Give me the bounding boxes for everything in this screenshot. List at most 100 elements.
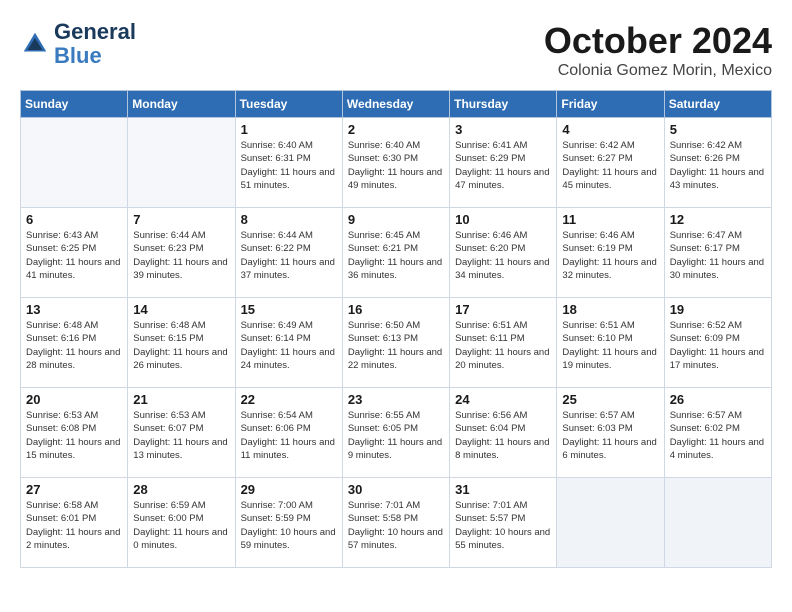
calendar-cell: 26 Sunrise: 6:57 AM Sunset: 6:02 PM Dayli… <box>664 388 771 478</box>
month-title: October 2024 <box>544 20 772 62</box>
day-detail: Sunrise: 6:57 AM Sunset: 6:02 PM Dayligh… <box>670 409 766 462</box>
day-number: 26 <box>670 392 766 407</box>
calendar-cell: 23Sunrise: 6:55 AM Sunset: 6:05 PM Dayli… <box>342 388 449 478</box>
day-number: 12 <box>670 212 766 227</box>
day-detail: Sunrise: 6:40 AM Sunset: 6:30 PM Dayligh… <box>348 139 444 192</box>
day-number: 17 <box>455 302 551 317</box>
calendar-cell <box>557 478 664 568</box>
weekday-header-saturday: Saturday <box>664 91 771 118</box>
calendar-cell: 6 Sunrise: 6:43 AM Sunset: 6:25 PM Daylig… <box>21 208 128 298</box>
day-number: 23 <box>348 392 444 407</box>
day-number: 24 <box>455 392 551 407</box>
day-number: 8 <box>241 212 337 227</box>
day-detail: Sunrise: 6:42 AM Sunset: 6:27 PM Dayligh… <box>562 139 658 192</box>
calendar-cell: 20 Sunrise: 6:53 AM Sunset: 6:08 PM Dayli… <box>21 388 128 478</box>
calendar-cell <box>664 478 771 568</box>
day-detail: Sunrise: 6:46 AM Sunset: 6:19 PM Dayligh… <box>562 229 658 282</box>
weekday-header-thursday: Thursday <box>450 91 557 118</box>
calendar-cell: 13Sunrise: 6:48 AM Sunset: 6:16 PM Dayli… <box>21 298 128 388</box>
day-detail: Sunrise: 7:01 AM Sunset: 5:57 PM Dayligh… <box>455 499 551 552</box>
calendar-cell: 22 Sunrise: 6:54 AM Sunset: 6:06 PM Dayli… <box>235 388 342 478</box>
day-detail: Sunrise: 6:48 AM Sunset: 6:15 PM Dayligh… <box>133 319 229 372</box>
weekday-header-monday: Monday <box>128 91 235 118</box>
day-detail: Sunrise: 6:50 AM Sunset: 6:13 PM Dayligh… <box>348 319 444 372</box>
day-detail: Sunrise: 6:46 AM Sunset: 6:20 PM Dayligh… <box>455 229 551 282</box>
logo-icon <box>20 29 50 59</box>
day-detail: Sunrise: 6:43 AM Sunset: 6:25 PM Dayligh… <box>26 229 122 282</box>
calendar-cell: 9 Sunrise: 6:45 AM Sunset: 6:21 PM Daylig… <box>342 208 449 298</box>
location-subtitle: Colonia Gomez Morin, Mexico <box>544 62 772 80</box>
day-number: 21 <box>133 392 229 407</box>
day-detail: Sunrise: 6:52 AM Sunset: 6:09 PM Dayligh… <box>670 319 766 372</box>
day-detail: Sunrise: 6:51 AM Sunset: 6:11 PM Dayligh… <box>455 319 551 372</box>
calendar-week-row: 1 Sunrise: 6:40 AM Sunset: 6:31 PM Daylig… <box>21 118 772 208</box>
calendar-cell: 16Sunrise: 6:50 AM Sunset: 6:13 PM Dayli… <box>342 298 449 388</box>
calendar-cell: 25 Sunrise: 6:57 AM Sunset: 6:03 PM Dayli… <box>557 388 664 478</box>
day-detail: Sunrise: 6:54 AM Sunset: 6:06 PM Dayligh… <box>241 409 337 462</box>
day-number: 25 <box>562 392 658 407</box>
day-number: 20 <box>26 392 122 407</box>
day-detail: Sunrise: 7:00 AM Sunset: 5:59 PM Dayligh… <box>241 499 337 552</box>
day-detail: Sunrise: 6:44 AM Sunset: 6:22 PM Dayligh… <box>241 229 337 282</box>
weekday-header-friday: Friday <box>557 91 664 118</box>
logo: General Blue <box>20 20 136 68</box>
day-number: 30 <box>348 482 444 497</box>
calendar-week-row: 27 Sunrise: 6:58 AM Sunset: 6:01 PM Dayli… <box>21 478 772 568</box>
calendar-cell: 10 Sunrise: 6:46 AM Sunset: 6:20 PM Dayli… <box>450 208 557 298</box>
day-number: 14 <box>133 302 229 317</box>
calendar-cell: 17 Sunrise: 6:51 AM Sunset: 6:11 PM Dayli… <box>450 298 557 388</box>
calendar-cell: 14 Sunrise: 6:48 AM Sunset: 6:15 PM Dayli… <box>128 298 235 388</box>
day-detail: Sunrise: 6:53 AM Sunset: 6:07 PM Dayligh… <box>133 409 229 462</box>
weekday-header-wednesday: Wednesday <box>342 91 449 118</box>
day-detail: Sunrise: 6:53 AM Sunset: 6:08 PM Dayligh… <box>26 409 122 462</box>
day-detail: Sunrise: 6:48 AM Sunset: 6:16 PM Dayligh… <box>26 319 122 372</box>
day-detail: Sunrise: 6:59 AM Sunset: 6:00 PM Dayligh… <box>133 499 229 552</box>
calendar-cell: 31Sunrise: 7:01 AM Sunset: 5:57 PM Dayli… <box>450 478 557 568</box>
day-detail: Sunrise: 6:45 AM Sunset: 6:21 PM Dayligh… <box>348 229 444 282</box>
day-detail: Sunrise: 6:57 AM Sunset: 6:03 PM Dayligh… <box>562 409 658 462</box>
calendar-cell <box>21 118 128 208</box>
calendar-cell: 12 Sunrise: 6:47 AM Sunset: 6:17 PM Dayli… <box>664 208 771 298</box>
day-detail: Sunrise: 6:42 AM Sunset: 6:26 PM Dayligh… <box>670 139 766 192</box>
day-detail: Sunrise: 6:47 AM Sunset: 6:17 PM Dayligh… <box>670 229 766 282</box>
day-number: 15 <box>241 302 337 317</box>
calendar-week-row: 13Sunrise: 6:48 AM Sunset: 6:16 PM Dayli… <box>21 298 772 388</box>
day-number: 19 <box>670 302 766 317</box>
calendar-cell <box>128 118 235 208</box>
calendar-cell: 2 Sunrise: 6:40 AM Sunset: 6:30 PM Daylig… <box>342 118 449 208</box>
calendar-cell: 8 Sunrise: 6:44 AM Sunset: 6:22 PM Daylig… <box>235 208 342 298</box>
calendar-cell: 19 Sunrise: 6:52 AM Sunset: 6:09 PM Dayli… <box>664 298 771 388</box>
calendar-cell: 21 Sunrise: 6:53 AM Sunset: 6:07 PM Dayli… <box>128 388 235 478</box>
weekday-header-row: SundayMondayTuesdayWednesdayThursdayFrid… <box>21 91 772 118</box>
day-detail: Sunrise: 7:01 AM Sunset: 5:58 PM Dayligh… <box>348 499 444 552</box>
calendar-cell: 30 Sunrise: 7:01 AM Sunset: 5:58 PM Dayli… <box>342 478 449 568</box>
calendar-cell: 27 Sunrise: 6:58 AM Sunset: 6:01 PM Dayli… <box>21 478 128 568</box>
day-number: 6 <box>26 212 122 227</box>
calendar-table: SundayMondayTuesdayWednesdayThursdayFrid… <box>20 90 772 568</box>
day-detail: Sunrise: 6:51 AM Sunset: 6:10 PM Dayligh… <box>562 319 658 372</box>
calendar-cell: 28 Sunrise: 6:59 AM Sunset: 6:00 PM Dayli… <box>128 478 235 568</box>
day-number: 22 <box>241 392 337 407</box>
day-number: 28 <box>133 482 229 497</box>
calendar-cell: 11Sunrise: 6:46 AM Sunset: 6:19 PM Dayli… <box>557 208 664 298</box>
calendar-cell: 5Sunrise: 6:42 AM Sunset: 6:26 PM Daylig… <box>664 118 771 208</box>
day-number: 2 <box>348 122 444 137</box>
title-block: October 2024 Colonia Gomez Morin, Mexico <box>544 20 772 80</box>
page-header: General Blue October 2024 Colonia Gomez … <box>20 20 772 80</box>
calendar-cell: 18Sunrise: 6:51 AM Sunset: 6:10 PM Dayli… <box>557 298 664 388</box>
day-number: 1 <box>241 122 337 137</box>
calendar-week-row: 6 Sunrise: 6:43 AM Sunset: 6:25 PM Daylig… <box>21 208 772 298</box>
day-number: 29 <box>241 482 337 497</box>
day-number: 7 <box>133 212 229 227</box>
day-number: 27 <box>26 482 122 497</box>
day-number: 9 <box>348 212 444 227</box>
day-number: 10 <box>455 212 551 227</box>
calendar-cell: 29 Sunrise: 7:00 AM Sunset: 5:59 PM Dayli… <box>235 478 342 568</box>
calendar-week-row: 20 Sunrise: 6:53 AM Sunset: 6:08 PM Dayli… <box>21 388 772 478</box>
logo-text: General Blue <box>54 20 136 68</box>
day-detail: Sunrise: 6:40 AM Sunset: 6:31 PM Dayligh… <box>241 139 337 192</box>
day-number: 3 <box>455 122 551 137</box>
calendar-cell: 24Sunrise: 6:56 AM Sunset: 6:04 PM Dayli… <box>450 388 557 478</box>
calendar-cell: 4Sunrise: 6:42 AM Sunset: 6:27 PM Daylig… <box>557 118 664 208</box>
day-detail: Sunrise: 6:58 AM Sunset: 6:01 PM Dayligh… <box>26 499 122 552</box>
